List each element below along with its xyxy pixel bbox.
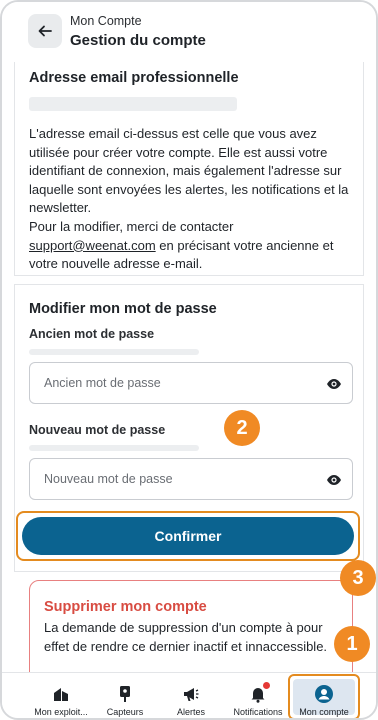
nav-item-alerts[interactable]: Alertes xyxy=(166,673,216,718)
megaphone-icon xyxy=(184,688,199,701)
page-title: Gestion du compte xyxy=(70,32,206,49)
account-icon xyxy=(315,685,333,703)
breadcrumb: Mon Compte xyxy=(70,14,142,28)
new-password-label: Nouveau mot de passe xyxy=(29,423,166,437)
nav-label: Alertes xyxy=(176,707,205,717)
nav-label: Capteurs xyxy=(106,707,144,717)
nav-label: Mon compte xyxy=(299,707,349,717)
new-password-input[interactable] xyxy=(44,459,304,499)
app-frame: Mon Compte Gestion du compte Adresse ema… xyxy=(0,0,378,720)
redacted-email xyxy=(29,97,237,111)
delete-account-card: Supprimer mon compte La demande de suppr… xyxy=(29,580,353,672)
support-email-link[interactable]: support@weenat.com xyxy=(29,238,156,253)
confirm-button[interactable]: Confirmer xyxy=(22,517,354,555)
notification-dot xyxy=(263,682,270,689)
old-password-field[interactable] xyxy=(29,362,353,404)
sensor-icon xyxy=(120,686,130,702)
step-badge-3: 3 xyxy=(340,560,376,596)
delete-account-title[interactable]: Supprimer mon compte xyxy=(44,599,207,615)
new-password-hint-bar xyxy=(29,445,199,451)
step-badge-2: 2 xyxy=(224,410,260,446)
old-password-label: Ancien mot de passe xyxy=(29,327,155,341)
eye-icon[interactable] xyxy=(326,376,342,392)
old-password-hint-bar xyxy=(29,349,199,355)
old-password-input[interactable] xyxy=(44,363,304,403)
header: Mon Compte Gestion du compte xyxy=(2,2,376,62)
nav-item-farm[interactable]: Mon exploit... xyxy=(26,673,96,718)
nav-item-account[interactable]: Mon compte xyxy=(290,676,358,718)
scroll-content[interactable]: Adresse email professionnelle L'adresse … xyxy=(2,62,376,672)
back-button[interactable] xyxy=(28,14,62,48)
farm-icon xyxy=(54,688,68,701)
email-paragraph-1: L'adresse email ci-dessus est celle que … xyxy=(29,126,349,216)
nav-item-sensors[interactable]: Capteurs xyxy=(100,673,150,718)
delete-account-description: La demande de suppression d'un compte à … xyxy=(44,620,328,654)
confirm-highlight: Confirmer xyxy=(16,511,360,561)
nav-item-account-highlight: Mon compte xyxy=(288,674,360,718)
email-section: Adresse email professionnelle L'adresse … xyxy=(14,62,364,276)
nav-label: Mon exploit... xyxy=(34,707,88,717)
email-section-title: Adresse email professionnelle xyxy=(29,70,239,86)
nav-label: Notifications xyxy=(233,707,283,717)
arrow-left-icon xyxy=(38,25,52,37)
new-password-field[interactable] xyxy=(29,458,353,500)
password-section-title: Modifier mon mot de passe xyxy=(29,301,217,317)
eye-icon[interactable] xyxy=(326,472,342,488)
nav-item-notifications[interactable]: Notifications xyxy=(228,673,288,718)
email-paragraph-2-prefix: Pour la modifier, merci de contacter xyxy=(29,218,234,234)
email-description: L'adresse email ci-dessus est celle que … xyxy=(29,125,359,274)
step-badge-1: 1 xyxy=(334,626,370,662)
